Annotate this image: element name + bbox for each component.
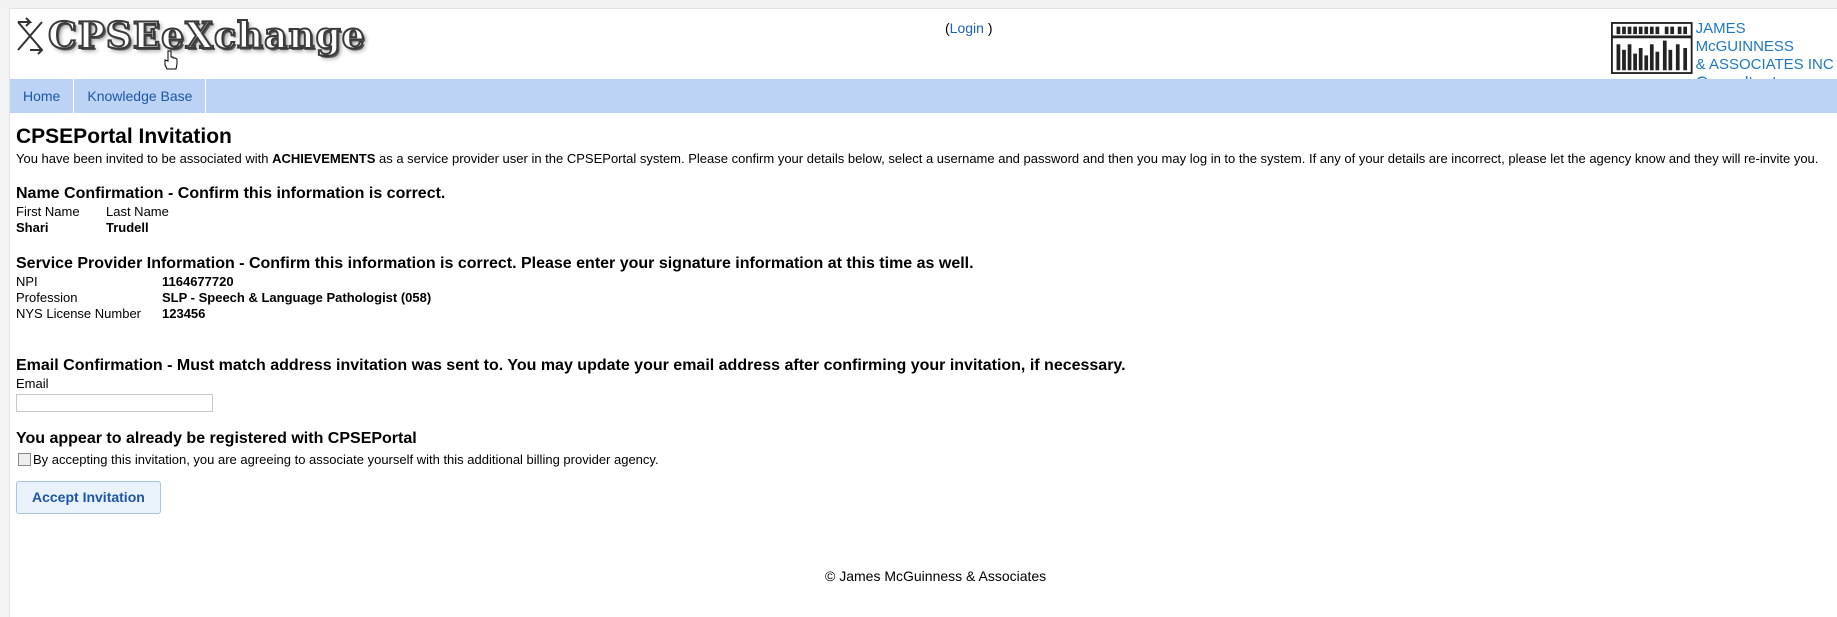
first-name-label: First Name	[16, 204, 80, 219]
name-confirmation-heading: Name Confirmation - Confirm this informa…	[16, 185, 446, 202]
last-name-value: Trudell	[106, 220, 149, 235]
license-value: 123456	[162, 306, 206, 321]
email-field[interactable]	[16, 394, 213, 412]
page: CPSEeXchange (Login ) JAMES McGUINNESS &…	[0, 0, 1837, 617]
accept-association-row: By accepting this invitation, you are ag…	[16, 452, 1836, 467]
npi-label: NPI	[16, 274, 38, 289]
accept-association-label: By accepting this invitation, you are ag…	[33, 451, 659, 467]
accept-association-checkbox[interactable]	[18, 452, 31, 466]
mouse-pointer-icon	[164, 50, 178, 70]
abacus-icon	[1611, 22, 1693, 74]
profession-label: Profession	[16, 290, 78, 305]
license-row: NYS License Number 123456	[16, 306, 1836, 322]
name-values-row: Shari Trudell	[16, 220, 1836, 236]
email-confirmation-heading: Email Confirmation - Must match address …	[16, 357, 1126, 374]
service-provider-heading: Service Provider Information - Confirm t…	[16, 255, 974, 272]
login-area: (Login )	[945, 20, 993, 36]
left-edge	[0, 8, 10, 617]
cpseexchange-logo[interactable]: CPSEeXchange	[14, 15, 366, 57]
profession-value: SLP - Speech & Language Pathologist (058…	[162, 290, 432, 305]
intro-post: as a service provider user in the CPSEPo…	[375, 151, 1819, 166]
logo-text: CPSEeXchange	[47, 15, 366, 57]
last-name-label: Last Name	[106, 204, 169, 219]
brand-line-2: & ASSOCIATES INC	[1695, 56, 1834, 73]
nav-item-knowledge-base[interactable]: Knowledge Base	[74, 79, 207, 113]
arrows-icon	[17, 17, 44, 55]
license-label: NYS License Number	[16, 306, 141, 321]
brand-line-1: JAMES McGUINNESS	[1695, 20, 1794, 55]
nav-item-home[interactable]: Home	[10, 79, 75, 113]
footer-copyright: © James McGuinness & Associates	[825, 568, 1047, 584]
email-label: Email	[16, 376, 49, 391]
already-registered-heading: You appear to already be registered with…	[16, 429, 417, 447]
browser-top-edge	[0, 0, 1837, 9]
page-title: CPSEPortal Invitation	[16, 125, 232, 148]
login-link[interactable]: Login	[950, 20, 984, 36]
intro-agency: ACHIEVEMENTS	[272, 151, 376, 166]
npi-row: NPI 1164677720	[16, 274, 1836, 290]
npi-value: 1164677720	[162, 274, 234, 289]
name-labels-row: First Name Last Name	[16, 204, 1836, 220]
first-name-value: Shari	[16, 220, 49, 235]
profession-row: Profession SLP - Speech & Language Patho…	[16, 290, 1836, 306]
main-nav: Home Knowledge Base	[10, 79, 1837, 113]
login-close-paren: )	[983, 20, 993, 36]
intro-pre: You have been invited to be associated w…	[16, 151, 273, 166]
invitation-intro: You have been invited to be associated w…	[16, 151, 1837, 167]
accept-invitation-button[interactable]: Accept Invitation	[16, 480, 161, 514]
main-content: CPSEPortal Invitation You have been invi…	[16, 124, 1836, 514]
